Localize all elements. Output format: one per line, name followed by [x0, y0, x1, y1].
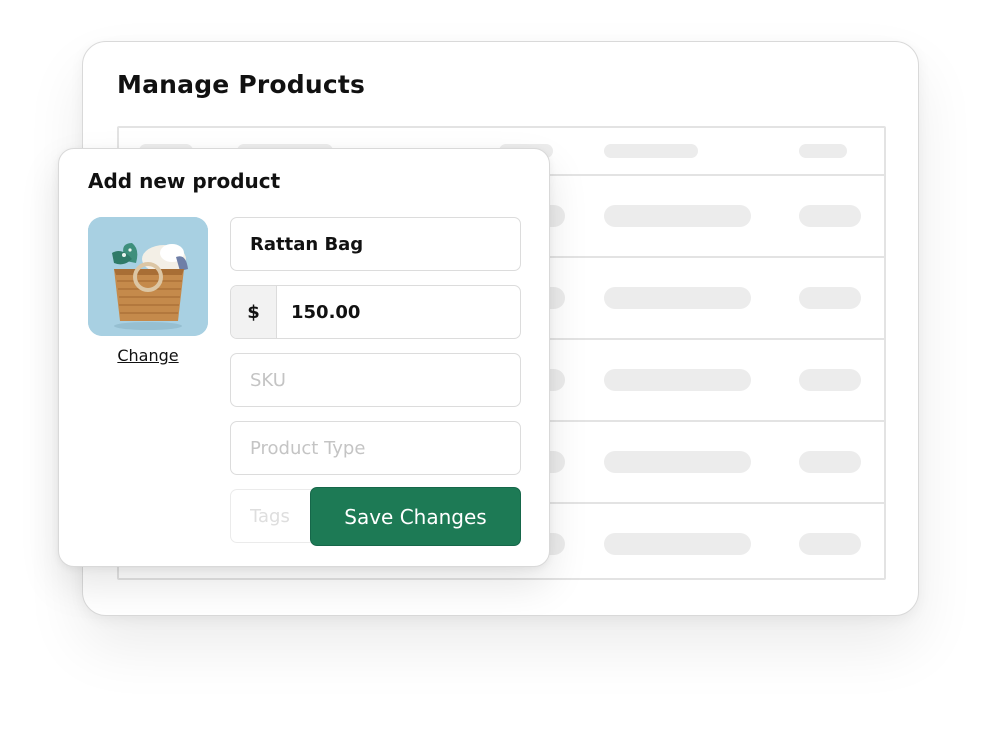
- product-type-input[interactable]: [231, 422, 520, 474]
- cell-placeholder: [604, 287, 751, 309]
- product-name-input[interactable]: [231, 218, 520, 270]
- cell-placeholder: [604, 205, 751, 227]
- cell-placeholder: [604, 369, 751, 391]
- price-field[interactable]: $: [230, 285, 521, 339]
- price-input[interactable]: [277, 286, 520, 338]
- cell-placeholder: [799, 205, 861, 227]
- cell-placeholder: [799, 451, 861, 473]
- product-name-field[interactable]: [230, 217, 521, 271]
- page-title: Manage Products: [117, 70, 366, 99]
- cell-placeholder: [799, 287, 861, 309]
- cell-placeholder: [604, 533, 751, 555]
- cell-placeholder: [799, 369, 861, 391]
- product-image[interactable]: [88, 217, 208, 336]
- currency-prefix: $: [231, 286, 277, 338]
- save-changes-button[interactable]: Save Changes: [310, 487, 521, 546]
- header-placeholder: [604, 144, 698, 158]
- add-product-panel: Add new product Change Rattan Bag $ 150.…: [58, 148, 550, 567]
- basket-photo-icon: [88, 217, 208, 336]
- product-type-field[interactable]: [230, 421, 521, 475]
- cell-placeholder: [799, 533, 861, 555]
- panel-title: Add new product: [88, 169, 281, 193]
- sku-input[interactable]: [231, 354, 520, 406]
- cell-placeholder: [604, 451, 751, 473]
- sku-field[interactable]: [230, 353, 521, 407]
- header-placeholder: [799, 144, 847, 158]
- change-image-link[interactable]: Change: [88, 346, 208, 365]
- stage: Manage Products Add new product Change R…: [0, 0, 1000, 738]
